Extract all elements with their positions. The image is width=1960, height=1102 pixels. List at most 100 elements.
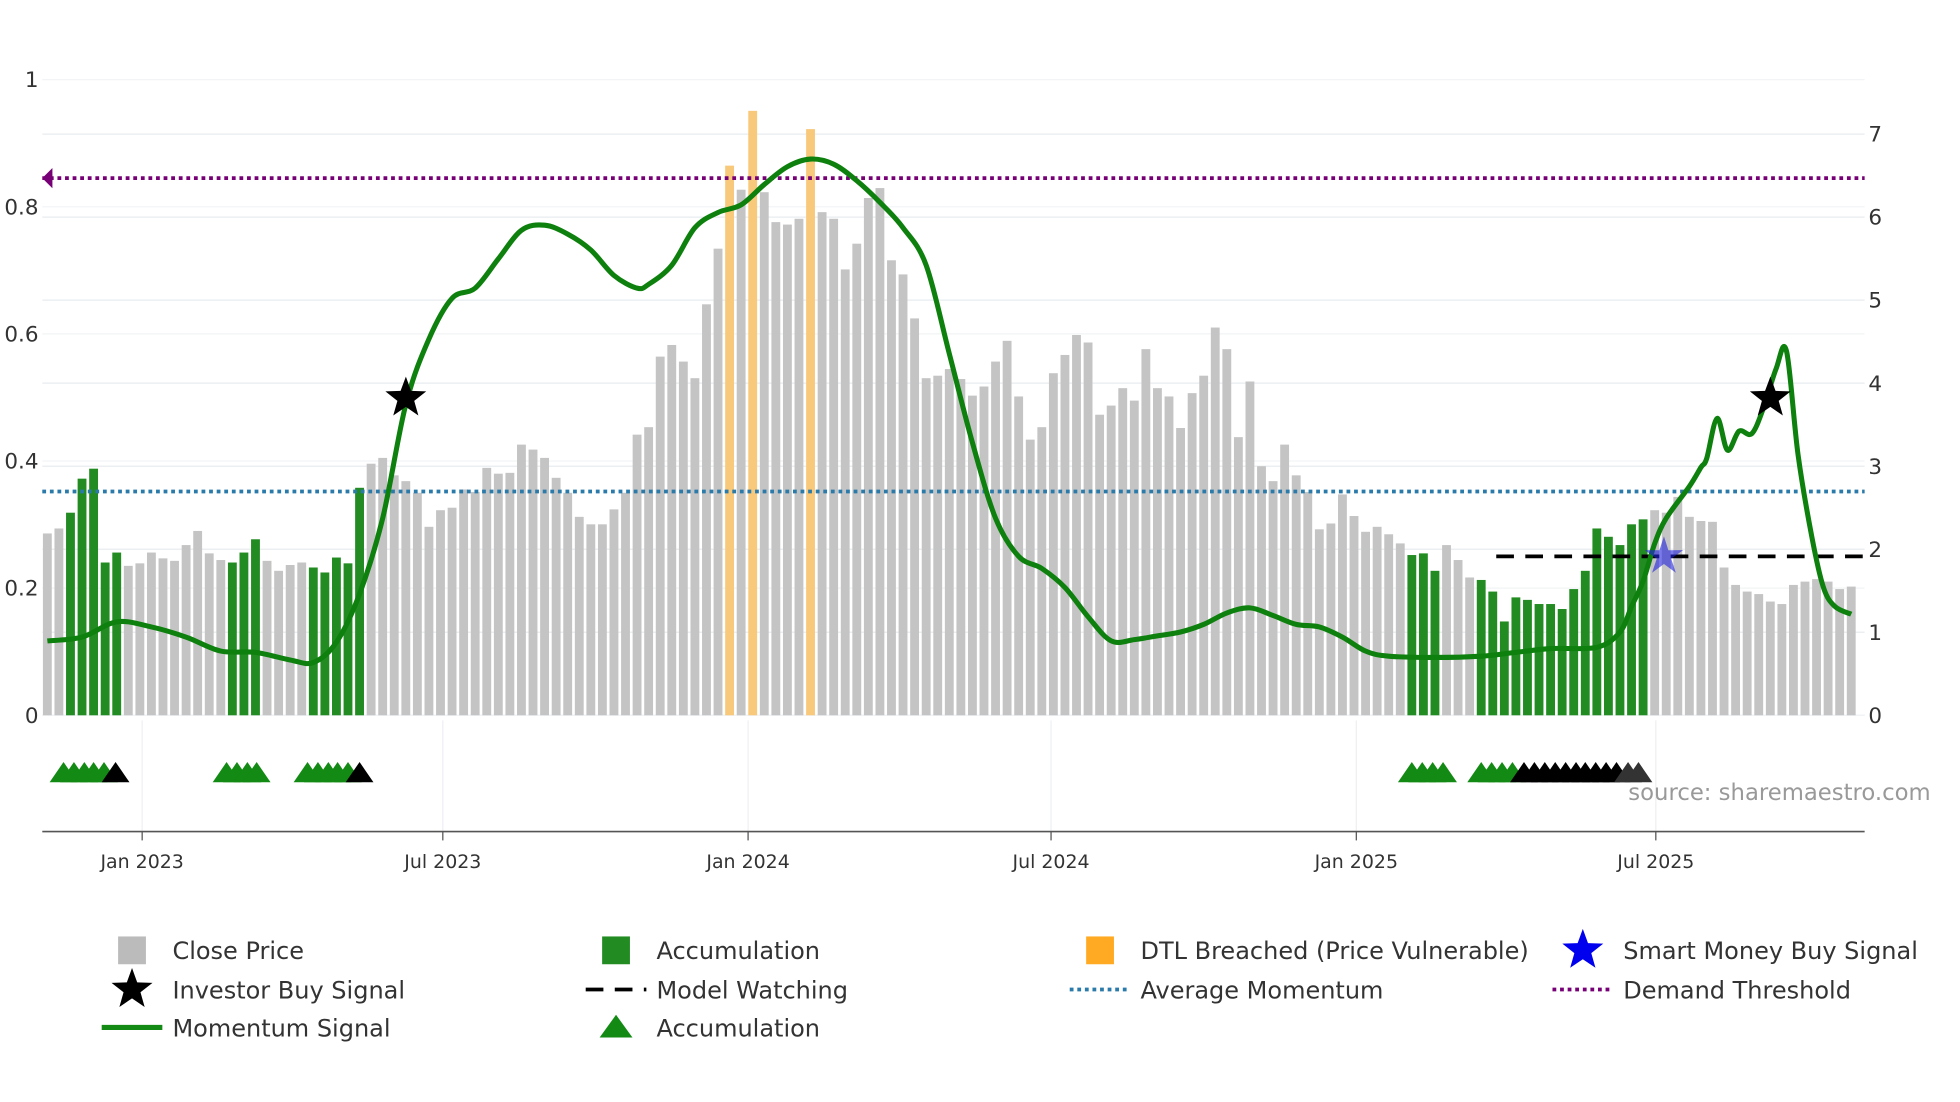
close-price-bar (54, 528, 64, 716)
close-price-bar (1210, 327, 1220, 716)
legend-label: Accumulation (656, 1014, 820, 1042)
close-price-bar (1465, 577, 1475, 716)
close-price-bar (1002, 340, 1012, 716)
x-tick-label: Jul 2023 (403, 851, 481, 873)
right-tick-label: 2 (1868, 538, 1882, 563)
close-price-bar (1083, 342, 1093, 716)
legend-triangle-icon (599, 1014, 633, 1038)
close-price-bar (759, 192, 769, 716)
close-price-bar (1233, 437, 1243, 716)
close-price-bar (517, 444, 526, 716)
close-price-bar (123, 565, 133, 716)
close-price-bar (1176, 428, 1185, 716)
accumulation-bar (1569, 589, 1579, 716)
close-price-bar (1708, 521, 1717, 716)
close-price-bar (979, 386, 989, 716)
close-price-bar (782, 224, 792, 716)
accumulation-bar (100, 562, 110, 716)
momentum-chart: Jan 2023 Jul 2023 Jan 2024 Jul 2024 Jan 2025… (4, 68, 1930, 1042)
close-price-bar (1696, 521, 1706, 716)
close-price-bar (898, 274, 908, 716)
close-price-bar (459, 489, 469, 716)
close-price-bar (204, 553, 214, 716)
close-price-bar (436, 510, 445, 716)
close-price-bar (1326, 523, 1336, 716)
accumulation-bar (89, 468, 99, 716)
close-price-bar (366, 463, 376, 716)
close-price-bar (667, 344, 677, 716)
close-price-bar (1765, 601, 1775, 716)
close-price-bar (1280, 444, 1290, 716)
legend-item: Investor Buy Signal (111, 968, 405, 1007)
close-price-bar (42, 533, 52, 716)
close-price-bar (135, 563, 145, 716)
right-tick-label: 6 (1868, 206, 1882, 231)
x-tick-label: Jan 2024 (705, 851, 789, 873)
close-price-bar (690, 378, 700, 716)
close-price-bar (1372, 526, 1382, 716)
x-tick-label: Jan 2023 (99, 851, 183, 873)
close-price-bar (551, 477, 561, 716)
close-price-bar (146, 552, 156, 716)
close-price-bar (262, 560, 272, 716)
legend-item: Model Watching (585, 976, 848, 1004)
accumulation-bar (112, 552, 122, 716)
dtl-breached-bar (725, 165, 735, 716)
close-price-bar (1095, 414, 1105, 716)
close-price-bar (1072, 335, 1081, 716)
close-price-bar (829, 218, 839, 716)
close-price-bar (956, 379, 966, 716)
legend-label: Close Price (172, 937, 304, 965)
right-tick-label: 3 (1868, 455, 1882, 480)
accumulation-bar (1476, 579, 1486, 716)
close-price-bar (297, 562, 307, 716)
close-price-bar (944, 369, 954, 716)
close-price-bar (505, 472, 515, 716)
close-price-bar (1141, 349, 1151, 716)
legend-label: Accumulation (656, 937, 820, 965)
accumulation-bar (1534, 604, 1544, 716)
accumulation-bar (251, 539, 260, 716)
accumulation-bar (227, 562, 237, 716)
close-price-bar (447, 507, 457, 716)
legend-item: Momentum Signal (101, 1014, 391, 1042)
legend-bar-icon (118, 936, 146, 965)
close-price-bar (1395, 543, 1405, 716)
close-price-bar (216, 560, 226, 716)
legend-label: Demand Threshold (1623, 976, 1851, 1004)
x-tick-label: Jan 2025 (1314, 851, 1398, 873)
close-price-bar (887, 260, 896, 716)
close-price-bar (1291, 475, 1301, 716)
legend-item: Demand Threshold (1552, 976, 1851, 1004)
close-price-bar (563, 492, 573, 716)
accumulation-bar (1580, 570, 1590, 716)
close-price-bar (771, 222, 781, 716)
legend-label: DTL Breached (Price Vulnerable) (1140, 937, 1528, 965)
close-price-bar (736, 189, 746, 716)
close-price-bar (1222, 349, 1232, 716)
accumulation-bar (1557, 609, 1567, 716)
close-price-bar (1303, 491, 1313, 716)
close-price-bar (678, 361, 688, 716)
close-price-bar (1788, 584, 1798, 716)
legend-bar-icon (1086, 936, 1114, 965)
close-price-bar (863, 198, 873, 716)
close-price-bar (1442, 545, 1451, 716)
close-price-bar (1754, 594, 1764, 716)
legend-item: Smart Money Buy Signal (1562, 928, 1918, 968)
close-price-bar (933, 375, 943, 716)
close-price-bar (389, 475, 399, 716)
close-price-bar (655, 356, 665, 716)
close-price-bar (1153, 388, 1162, 716)
close-price-bar (401, 481, 411, 716)
close-price-bar (1106, 405, 1116, 716)
accumulation-bar (1407, 555, 1417, 716)
close-price-bar (1684, 516, 1694, 716)
legend-item: Close Price (118, 936, 304, 965)
left-tick-label: 0.2 (4, 577, 38, 602)
left-tick-label: 0.4 (4, 450, 38, 475)
close-price-bar (991, 361, 1000, 716)
legend-item: Accumulation (599, 1014, 820, 1042)
accumulation-bar (77, 478, 87, 716)
close-price-bar (875, 188, 885, 716)
